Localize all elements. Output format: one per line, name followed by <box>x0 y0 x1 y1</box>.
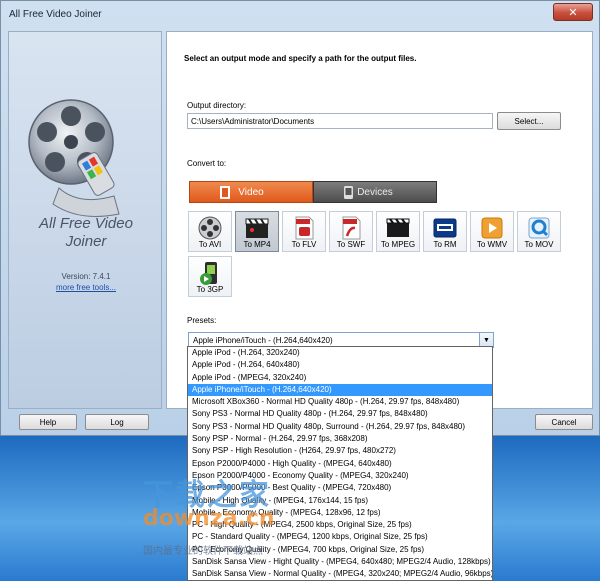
wmv-play-icon <box>481 217 503 239</box>
instruction-heading: Select an output mode and specify a path… <box>184 54 417 63</box>
close-button[interactable]: ✕ <box>553 3 593 21</box>
format-wmv-label: To WMV <box>476 240 508 249</box>
format-swf-label: To SWF <box>336 240 366 249</box>
cancel-button[interactable]: Cancel <box>535 414 593 430</box>
format-flv-button[interactable]: To FLV <box>282 211 326 252</box>
preset-option[interactable]: Epson P2000/P4000 - Economy Quality - (M… <box>188 470 492 482</box>
presets-select-value: Apple iPhone/iTouch - (H.264,640x420) <box>193 336 333 345</box>
preset-option[interactable]: Apple iPod - (H.264, 320x240) <box>188 347 492 359</box>
help-button[interactable]: Help <box>19 414 77 430</box>
preset-option[interactable]: Sony PSP - Normal - (H.264, 29.97 fps, 3… <box>188 433 492 445</box>
film-strip-icon <box>386 218 410 237</box>
close-icon: ✕ <box>568 6 578 19</box>
format-rm-label: To RM <box>433 240 457 249</box>
presets-label: Presets: <box>187 316 217 325</box>
format-3gp-button[interactable]: To 3GP <box>188 256 232 297</box>
preset-option[interactable]: Mobile - Economy Quality - (MPEG4, 128x9… <box>188 507 492 519</box>
preset-option[interactable]: PC - Economy Quality - (MPEG4, 700 kbps,… <box>188 544 492 556</box>
preset-option[interactable]: SanDisk Sansa View - Normal Quality - (M… <box>188 568 492 580</box>
format-swf-button[interactable]: To SWF <box>329 211 373 252</box>
format-mpeg-button[interactable]: To MPEG <box>376 211 420 252</box>
preset-option[interactable]: Apple iPhone/iTouch - (H.264,640x420) <box>188 383 492 397</box>
format-mov-label: To MOV <box>524 240 554 249</box>
format-avi-button[interactable]: To AVI <box>188 211 232 252</box>
preset-option[interactable]: Epson P3000/P5000 - Best Quality - (MPEG… <box>188 482 492 494</box>
title-bar: All Free Video Joiner ✕ <box>1 1 599 27</box>
format-avi-label: To AVI <box>198 240 222 249</box>
preset-option[interactable]: Epson P2000/P4000 - High Quality - (MPEG… <box>188 458 492 470</box>
preset-option[interactable]: Apple iPod - (H.264, 640x480) <box>188 359 492 371</box>
presets-dropdown-list: Apple iPod - (H.264, 320x240) Apple iPod … <box>187 346 493 581</box>
version-label: Version: 7.4.1 <box>61 272 111 281</box>
format-mov-button[interactable]: To MOV <box>517 211 561 252</box>
preset-option[interactable]: Sony PS3 - Normal HD Quality 480p - (H.2… <box>188 408 492 420</box>
app-name-line2: Joiner <box>65 233 107 250</box>
output-directory-label: Output directory: <box>187 101 247 110</box>
tab-video[interactable]: Video <box>189 181 313 203</box>
left-panel: All Free Video Joiner Version: 7.4.1 mor… <box>8 31 162 409</box>
quicktime-icon <box>528 217 550 239</box>
format-rm-button[interactable]: To RM <box>423 211 467 252</box>
window-title: All Free Video Joiner <box>9 8 102 20</box>
app-name-line1: All Free Video <box>39 215 133 232</box>
preset-option[interactable]: Sony PSP - High Resolution - (H264, 29.9… <box>188 445 492 457</box>
tab-video-label: Video <box>238 186 264 198</box>
flv-file-icon <box>295 216 314 240</box>
format-mpeg-label: To MPEG <box>380 240 416 249</box>
preset-option[interactable]: Microsoft XBox360 - Normal HD Quality 48… <box>188 396 492 408</box>
app-logo-icon <box>19 96 149 226</box>
format-3gp-label: To 3GP <box>196 285 224 294</box>
phone-icon <box>344 186 353 202</box>
3gp-phone-icon <box>200 262 217 285</box>
app-name: All Free Video Joiner <box>9 215 163 251</box>
format-wmv-button[interactable]: To WMV <box>470 211 514 252</box>
real-media-icon <box>433 218 457 238</box>
more-free-tools-link[interactable]: more free tools... <box>9 283 163 292</box>
preset-option[interactable]: PC - High Quality - (MPEG4, 2500 kbps, O… <box>188 519 492 531</box>
swf-file-icon <box>342 216 361 240</box>
select-directory-button[interactable]: Select... <box>497 112 561 130</box>
format-mp4-label: To MP4 <box>243 240 271 249</box>
preset-option[interactable]: PC - Standard Quality - (MPEG4, 1200 kbp… <box>188 531 492 543</box>
convert-to-label: Convert to: <box>187 159 227 168</box>
preset-option[interactable]: SanDisk Sansa View - Hight Quality - (MP… <box>188 556 492 568</box>
tab-devices[interactable]: Devices <box>313 181 437 203</box>
output-directory-input[interactable]: C:\Users\Administrator\Documents <box>187 113 493 129</box>
format-flv-label: To FLV <box>291 240 317 249</box>
tab-devices-label: Devices <box>357 186 393 198</box>
film-reel-icon <box>198 216 222 240</box>
film-icon <box>220 186 230 202</box>
chevron-down-icon[interactable]: ▼ <box>479 333 493 347</box>
clapperboard-icon <box>245 218 269 238</box>
preset-option[interactable]: Mobile - High Quality - (MPEG4, 176x144,… <box>188 495 492 507</box>
preset-option[interactable]: Sony PS3 - Normal HD Quality 480p, Surro… <box>188 421 492 433</box>
mode-tabs: Video Devices <box>189 181 437 203</box>
preset-option[interactable]: Apple iPod - (MPEG4, 320x240) <box>188 372 492 384</box>
log-button[interactable]: Log <box>85 414 149 430</box>
format-mp4-button[interactable]: To MP4 <box>235 211 279 252</box>
